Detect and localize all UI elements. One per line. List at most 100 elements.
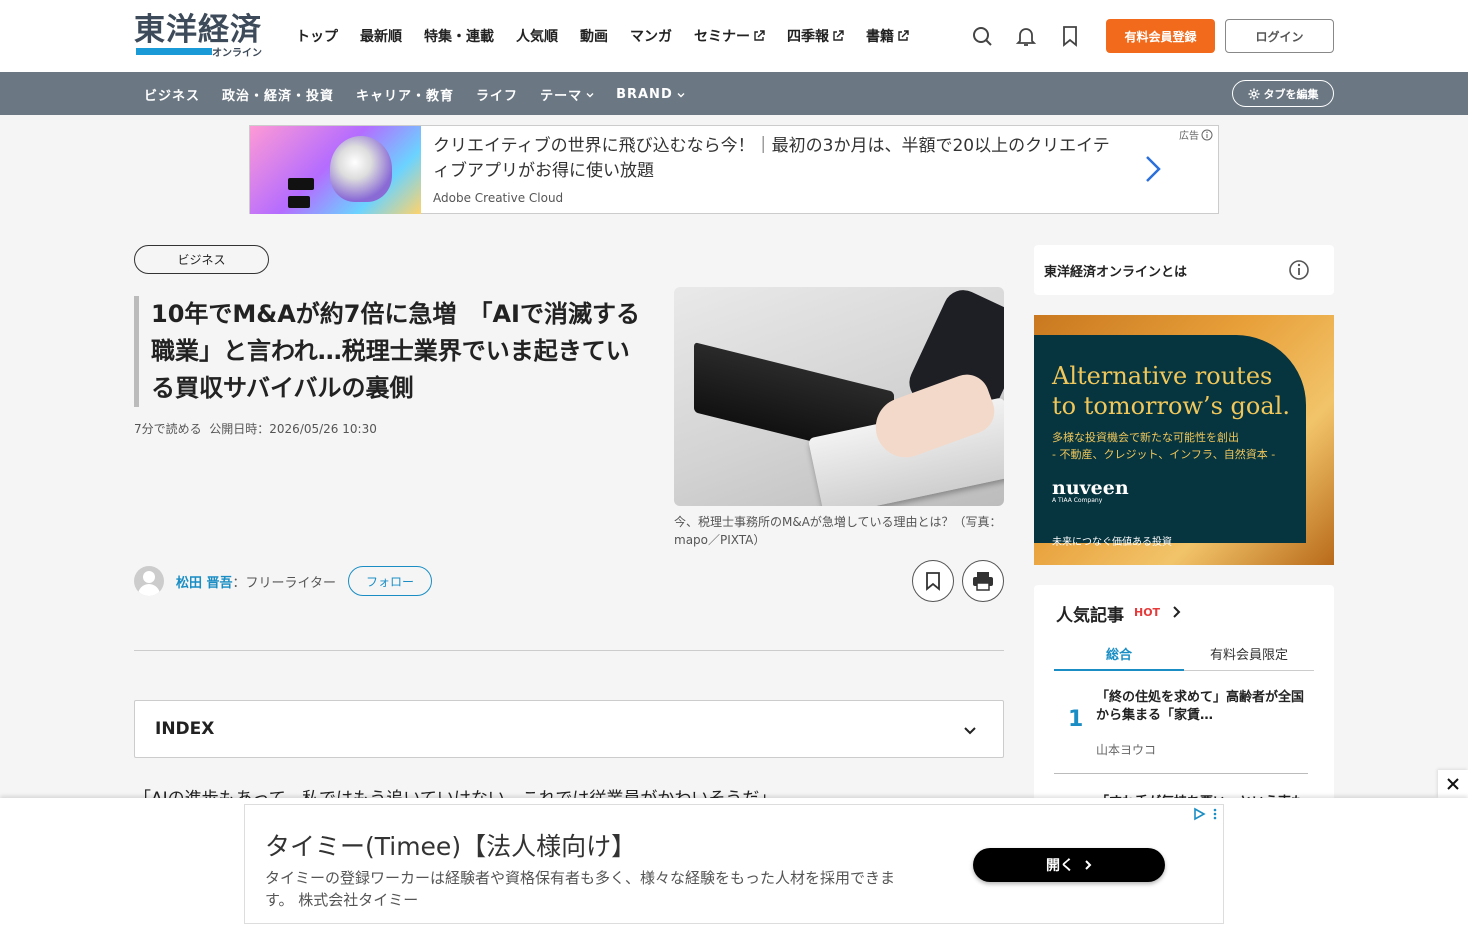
tab-members-only[interactable]: 有料会員限定 bbox=[1184, 637, 1314, 671]
external-link-icon bbox=[898, 30, 909, 41]
ad-ui-box bbox=[288, 196, 310, 208]
close-icon bbox=[1447, 778, 1459, 790]
about-label: 東洋経済オンラインとは bbox=[1044, 265, 1188, 280]
category-nav-label: テーマ bbox=[540, 89, 583, 104]
category-nav-label: キャリア・教育 bbox=[356, 89, 455, 104]
chevron-right-icon bbox=[1085, 860, 1092, 870]
author-name[interactable]: 松田 晋吾 bbox=[176, 572, 233, 591]
nav-item-label: 特集・連載 bbox=[424, 29, 494, 45]
article-title: 10年でM&Aが約7倍に急増 「AIで消滅する職業」と言われ…税理士業界でいま起… bbox=[134, 296, 644, 407]
bottom-ad[interactable]: タイミー(Timee)【法人様向け】 タイミーの登録ワーカーは経験者や資格保有者… bbox=[244, 804, 1224, 924]
logo-text: 東洋経済 bbox=[134, 12, 262, 48]
nav-item-label: 人気順 bbox=[516, 29, 558, 45]
category-nav-item[interactable]: BRAND bbox=[616, 85, 685, 104]
category-nav-item[interactable]: ライフ bbox=[476, 85, 518, 104]
category-nav-item[interactable]: 政治・経済・投資 bbox=[222, 85, 334, 104]
read-time: 7分で読める bbox=[134, 422, 202, 436]
nav-item-label: 動画 bbox=[580, 29, 608, 45]
nav-item[interactable]: マンガ bbox=[630, 26, 672, 46]
category-nav-label: ビジネス bbox=[144, 89, 201, 104]
avatar-body bbox=[138, 584, 160, 596]
category-nav-label: BRAND bbox=[616, 87, 673, 102]
ad-label-text: 広告 bbox=[1179, 131, 1199, 142]
article-photo bbox=[674, 287, 1004, 506]
tab-edit-label: タブを編集 bbox=[1263, 87, 1319, 101]
tab-overall[interactable]: 総合 bbox=[1054, 637, 1184, 671]
logo-sub: オンライン bbox=[212, 48, 262, 59]
divider bbox=[134, 650, 1004, 651]
photo-caption: 今、税理士事務所のM&Aが急増している理由とは？（写真：mapo／PIXTA） bbox=[674, 515, 1002, 547]
printer-icon bbox=[973, 572, 993, 591]
ad-label[interactable]: 広告 bbox=[1179, 127, 1213, 142]
login-button[interactable]: ログイン bbox=[1225, 19, 1334, 53]
search-icon[interactable] bbox=[970, 24, 994, 48]
divider bbox=[1054, 773, 1308, 774]
about-site-link[interactable]: 東洋経済オンラインとは bbox=[1034, 245, 1334, 295]
external-link-icon bbox=[754, 30, 765, 41]
nav-item[interactable]: 特集・連載 bbox=[424, 26, 494, 46]
external-link-icon bbox=[833, 30, 844, 41]
ad-subtext-2: - 不動産、クレジット、インフラ、自然資本 - bbox=[1052, 448, 1276, 461]
article-index-toggle[interactable]: INDEX bbox=[134, 700, 1004, 758]
adchoices-icon[interactable] bbox=[1193, 807, 1221, 821]
ad-brand-logo: nuveen bbox=[1052, 477, 1129, 499]
nav-item-label: セミナー bbox=[694, 29, 750, 45]
category-nav-item[interactable]: キャリア・教育 bbox=[356, 85, 454, 104]
category-nav-item[interactable]: ビジネス bbox=[144, 85, 200, 104]
open-ad-button[interactable]: 開く bbox=[973, 848, 1165, 882]
tab-edit-button[interactable]: タブを編集 bbox=[1232, 80, 1334, 107]
save-article-button[interactable] bbox=[912, 560, 954, 602]
gear-icon bbox=[1248, 88, 1259, 99]
ad-headline: Alternative routes to tomorrow’s goal. bbox=[1052, 362, 1290, 420]
follow-button[interactable]: フォロー bbox=[348, 566, 433, 596]
nav-item[interactable]: 動画 bbox=[580, 26, 608, 46]
hot-badge: HOT bbox=[1134, 606, 1161, 619]
author-role: ：フリーライター bbox=[232, 575, 337, 591]
article-meta: 7分で読める 公開日時：2026/05/26 10:30 bbox=[134, 420, 377, 437]
register-button[interactable]: 有料会員登録 bbox=[1106, 19, 1215, 53]
info-icon bbox=[1201, 129, 1213, 140]
bookmark-icon[interactable] bbox=[1058, 24, 1082, 48]
article-category[interactable]: ビジネス bbox=[134, 245, 269, 274]
open-ad-label: 開く bbox=[1046, 858, 1074, 874]
site-logo[interactable]: 東洋経済 オンライン bbox=[134, 12, 266, 60]
chevron-right-icon[interactable] bbox=[1172, 605, 1182, 619]
publish-date: 公開日時：2026/05/26 10:30 bbox=[209, 422, 377, 436]
ad-image bbox=[250, 126, 421, 214]
nav-item[interactable]: 書籍 bbox=[866, 26, 909, 46]
popular-item-title[interactable]: 「終の住処を求めて」高齢者が全国から集まる「家賃… bbox=[1096, 689, 1316, 725]
nav-item[interactable]: トップ bbox=[296, 26, 338, 46]
bottom-anchor-ad: タイミー(Timee)【法人様向け】 タイミーの登録ワーカーは経験者や資格保有者… bbox=[0, 798, 1468, 929]
avatar[interactable] bbox=[134, 566, 164, 596]
ad-ui-box bbox=[288, 178, 314, 190]
info-icon bbox=[1289, 260, 1309, 280]
category-nav-item[interactable]: テーマ bbox=[540, 85, 594, 104]
nav-item[interactable]: セミナー bbox=[694, 26, 765, 46]
ad-source: Adobe Creative Cloud bbox=[433, 191, 564, 205]
rank-number: 1 bbox=[1068, 707, 1084, 732]
print-button[interactable] bbox=[962, 560, 1004, 602]
bookmark-icon bbox=[926, 572, 940, 591]
ad-footer: 未来につなぐ価値ある投資 bbox=[1052, 537, 1172, 548]
category-nav-label: 政治・経済・投資 bbox=[222, 89, 335, 104]
popular-item-author: 山本ヨウコ bbox=[1096, 743, 1157, 757]
chevron-right-icon[interactable] bbox=[1143, 154, 1163, 184]
top-banner-ad[interactable]: クリエイティブの世界に飛び込むなら今！｜最初の3か月は、半額で20以上のクリエイ… bbox=[249, 125, 1219, 214]
astronaut-helmet bbox=[330, 136, 392, 202]
index-label: INDEX bbox=[155, 719, 215, 739]
ad-title: クリエイティブの世界に飛び込むなら今！｜最初の3か月は、半額で20以上のクリエイ… bbox=[433, 136, 1110, 181]
logo-underline bbox=[136, 48, 212, 55]
nav-item[interactable]: 人気順 bbox=[516, 26, 558, 46]
close-ad-button[interactable] bbox=[1438, 770, 1468, 798]
ad-title: タイミー(Timee)【法人様向け】 bbox=[265, 832, 637, 861]
category-nav: ビジネス 政治・経済・投資 キャリア・教育 ライフ テーマ BRAND タブを編集 bbox=[0, 72, 1468, 115]
bell-icon[interactable] bbox=[1014, 24, 1038, 48]
popular-title[interactable]: 人気記事 bbox=[1056, 601, 1124, 626]
nav-item-label: トップ bbox=[296, 29, 338, 45]
ad-description: タイミーの登録ワーカーは経験者や資格保有者も多く、様々な経験をもった人材を採用で… bbox=[265, 869, 896, 909]
nav-item-label: マンガ bbox=[630, 29, 672, 45]
nav-item[interactable]: 四季報 bbox=[787, 26, 844, 46]
nav-item[interactable]: 最新順 bbox=[360, 26, 402, 46]
ad-subtext-1: 多様な投資機会で新たな可能性を創出 bbox=[1052, 431, 1239, 444]
sidebar-ad[interactable]: Alternative routes to tomorrow’s goal. 多… bbox=[1034, 315, 1334, 565]
